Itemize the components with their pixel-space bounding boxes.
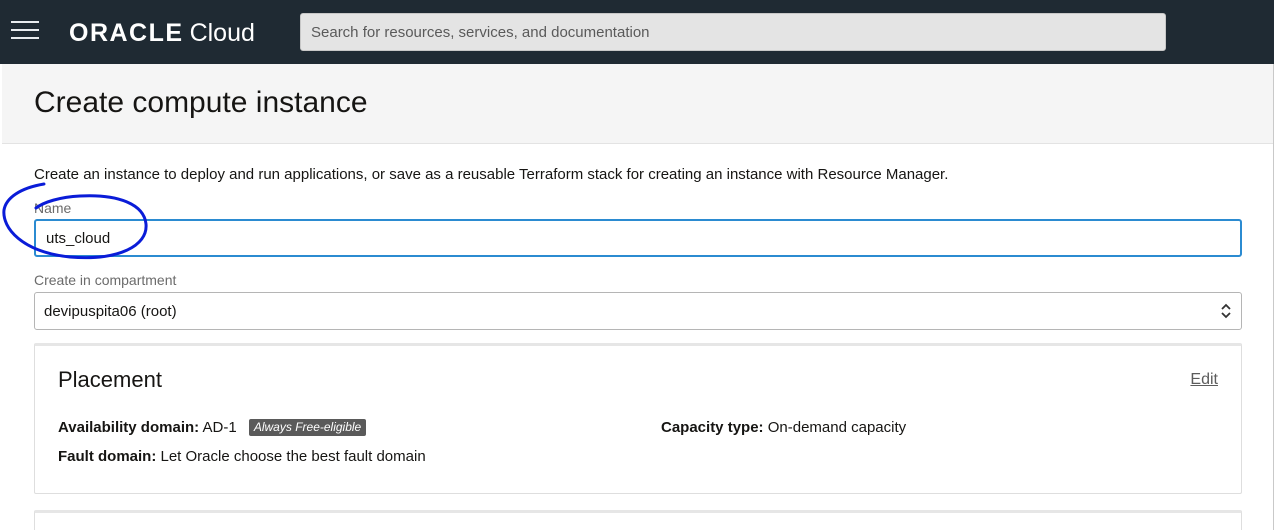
oracle-cloud-logo[interactable]: ORACLE Cloud	[69, 19, 255, 47]
compartment-field-label: Create in compartment	[34, 272, 177, 288]
logo-brand: ORACLE	[69, 19, 184, 47]
capacity-type-row: Capacity type: On-demand capacity	[661, 419, 906, 437]
page-intro-text: Create an instance to deploy and run app…	[34, 166, 949, 183]
fault-domain-row: Fault domain: Let Oracle choose the best…	[58, 448, 426, 466]
next-section-card	[34, 510, 1242, 530]
name-field-label: Name	[34, 200, 72, 216]
instance-name-input[interactable]	[34, 219, 1242, 257]
capacity-type-value: On-demand capacity	[767, 419, 907, 436]
fault-domain-label: Fault domain:	[58, 448, 157, 465]
placement-title: Placement	[58, 367, 162, 392]
compartment-select[interactable]: devipuspita06 (root)	[34, 292, 1242, 330]
placement-edit-link[interactable]: Edit	[1190, 370, 1218, 390]
hamburger-menu-icon[interactable]	[11, 21, 39, 43]
availability-domain-value: AD-1	[202, 419, 237, 436]
availability-domain-label: Availability domain:	[58, 419, 200, 436]
chevron-updown-icon	[1221, 303, 1231, 319]
global-search-input[interactable]	[300, 13, 1166, 51]
logo-product: Cloud	[189, 19, 255, 47]
placement-section: Placement Edit Availability domain: AD-1…	[34, 343, 1242, 494]
page-title: Create compute instance	[34, 86, 368, 119]
always-free-badge: Always Free-eligible	[248, 419, 367, 436]
availability-domain-row: Availability domain: AD-1 Always Free-el…	[58, 419, 367, 437]
compartment-selected-value: devipuspita06 (root)	[44, 303, 177, 320]
top-navigation-bar: ORACLE Cloud	[0, 0, 1274, 64]
capacity-type-label: Capacity type:	[661, 419, 764, 436]
fault-domain-value: Let Oracle choose the best fault domain	[160, 448, 426, 465]
